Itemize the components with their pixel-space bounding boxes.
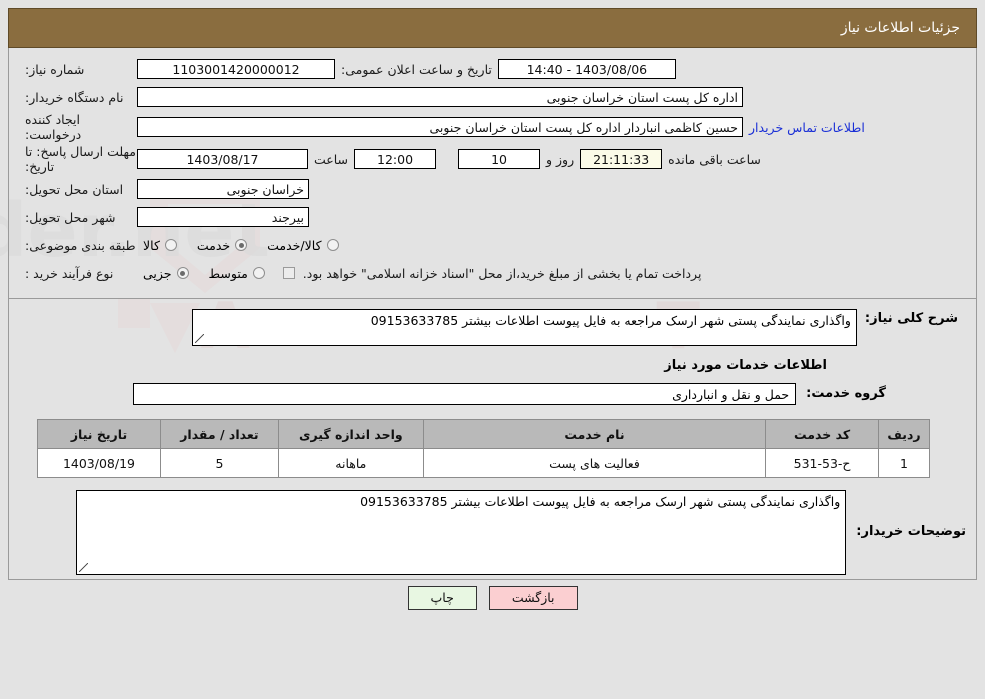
buyer-contact-link[interactable]: اطلاعات تماس خریدار <box>743 120 871 135</box>
services-table: ردیف کد خدمت نام خدمت واحد اندازه گیری ت… <box>37 419 930 478</box>
need-summary-section: شرح کلی نیاز: واگذاری نمایندگی پستی شهر … <box>9 299 976 419</box>
purchase-type-option-minor[interactable]: جزیی <box>137 266 199 281</box>
purchase-type-label: نوع فرآیند خرید : <box>25 265 114 281</box>
purchase-type-label-1: متوسط <box>208 265 248 281</box>
th-need-date: تاریخ نیاز <box>37 419 161 449</box>
buyer-org-label: نام دستگاه خریدار: <box>25 89 124 105</box>
deadline-label: مهلت ارسال پاسخ: تا تاریخ: <box>25 144 136 174</box>
row-buyer-org: اداره کل پست استان خراسان جنوبی نام دستگ… <box>19 84 966 110</box>
th-quantity: تعداد / مقدار <box>159 419 279 449</box>
purchase-type-radio-group: متوسط جزیی <box>137 266 275 281</box>
classification-label-0: کالا <box>143 237 160 253</box>
purchase-type-label-0: جزیی <box>143 265 172 281</box>
service-group-row: گروه خدمت: حمل و نقل و انبارداری <box>19 383 966 405</box>
province-value: خراسان جنوبی <box>137 179 309 199</box>
details-panel: 1403/08/06 - 14:40 تاریخ و ساعت اعلان عم… <box>8 48 977 580</box>
requester-value: حسین کاظمی انباردار اداره کل پست استان خ… <box>137 117 743 137</box>
row-deadline: ساعت باقی مانده 21:11:33 روز و 10 12:00 … <box>19 144 966 174</box>
province-label: استان محل تحویل: <box>25 181 124 197</box>
need-summary-row: شرح کلی نیاز: واگذاری نمایندگی پستی شهر … <box>19 309 966 346</box>
classification-option-goods-services[interactable]: کالا/خدمت <box>261 238 348 253</box>
th-service-code: کد خدمت <box>765 419 880 449</box>
cell-unit: ماهانه <box>277 448 424 478</box>
cell-radif: 1 <box>878 448 930 478</box>
classification-option-goods[interactable]: کالا <box>137 238 187 253</box>
page-root: جزئیات اطلاعات نیاز 1403/08/06 - 14:40 ت… <box>0 8 985 699</box>
services-heading: اطلاعات خدمات مورد نیاز <box>664 358 827 373</box>
need-number-value: 1103001420000012 <box>137 59 335 79</box>
back-button[interactable]: بازگشت <box>488 586 578 610</box>
buyer-org-value: اداره کل پست استان خراسان جنوبی <box>137 87 743 107</box>
timer-label: ساعت باقی مانده <box>668 151 761 167</box>
deadline-hour-label: ساعت <box>314 151 349 167</box>
cell-service-name: فعالیت های پست <box>422 448 767 478</box>
th-unit: واحد اندازه گیری <box>277 419 424 449</box>
row-classification: کالا/خدمت خدمت کالا طبقه بندی موضوعی: <box>19 232 966 258</box>
cell-quantity: 5 <box>159 448 279 478</box>
deadline-date: 1403/08/17 <box>137 149 308 169</box>
need-summary-label: شرح کلی نیاز: <box>864 311 958 326</box>
service-group-value[interactable]: حمل و نقل و انبارداری <box>133 383 797 405</box>
classification-radio-group: کالا/خدمت خدمت کالا <box>137 238 349 253</box>
classification-label-2: کالا/خدمت <box>267 237 322 253</box>
city-value: بیرجند <box>137 207 309 227</box>
days-label: روز و <box>546 151 575 167</box>
need-number-label: شماره نیاز: <box>25 61 85 77</box>
radio-icon-goods[interactable] <box>164 239 177 251</box>
cell-need-date: 1403/08/19 <box>37 448 161 478</box>
treasury-note-text: پرداخت تمام یا بخشی از مبلغ خرید،از محل … <box>302 265 702 281</box>
deadline-hour: 12:00 <box>354 149 437 169</box>
cell-service-code: ح-53-531 <box>765 448 880 478</box>
public-announce-label: تاریخ و ساعت اعلان عمومی: <box>341 61 492 77</box>
need-summary-textarea[interactable]: واگذاری نمایندگی پستی شهر ارسک مراجعه به… <box>191 309 857 346</box>
requester-label: ایجاد کننده درخواست: <box>25 112 82 142</box>
footer-actions: بازگشت چاپ <box>0 586 985 610</box>
page-header: جزئیات اطلاعات نیاز <box>8 8 977 48</box>
countdown-timer: 21:11:33 <box>580 149 663 169</box>
row-purchase-type: پرداخت تمام یا بخشی از مبلغ خرید،از محل … <box>19 260 966 286</box>
table-row: 1 ح-53-531 فعالیت های پست ماهانه 5 1403/… <box>37 448 930 478</box>
services-table-wrap: ردیف کد خدمت نام خدمت واحد اندازه گیری ت… <box>9 419 976 478</box>
buyer-notes-textarea[interactable]: واگذاری نمایندگی پستی شهر ارسک مراجعه به… <box>76 490 847 575</box>
page-title: جزئیات اطلاعات نیاز <box>840 20 960 36</box>
print-button[interactable]: چاپ <box>407 586 477 610</box>
classification-option-service[interactable]: خدمت <box>191 238 257 253</box>
classification-label-1: خدمت <box>196 237 231 253</box>
city-label: شهر محل تحویل: <box>25 209 116 225</box>
summary-form: 1403/08/06 - 14:40 تاریخ و ساعت اعلان عم… <box>9 48 976 294</box>
days-remaining: 10 <box>458 149 541 169</box>
radio-icon-medium[interactable] <box>252 267 265 279</box>
row-requester: اطلاعات تماس خریدار حسین کاظمی انباردار … <box>19 112 966 142</box>
buyer-notes-section: توضیحات خریدار: واگذاری نمایندگی پستی شه… <box>9 478 976 579</box>
service-group-label: گروه خدمت: <box>806 386 886 401</box>
classification-label: طبقه بندی موضوعی: <box>25 237 136 253</box>
table-header-row: ردیف کد خدمت نام خدمت واحد اندازه گیری ت… <box>37 419 930 449</box>
radio-icon-minor[interactable] <box>176 267 189 279</box>
radio-icon-goods-services[interactable] <box>326 239 339 251</box>
th-service-name: نام خدمت <box>422 419 767 449</box>
th-radif: ردیف <box>878 419 930 449</box>
radio-icon-service[interactable] <box>235 239 248 251</box>
row-need-number: 1403/08/06 - 14:40 تاریخ و ساعت اعلان عم… <box>19 56 966 82</box>
row-province: خراسان جنوبی استان محل تحویل: <box>19 176 966 202</box>
treasury-bonds-checkbox[interactable] <box>282 267 295 279</box>
buyer-notes-label: توضیحات خریدار: <box>856 524 966 539</box>
purchase-type-option-medium[interactable]: متوسط <box>203 266 275 281</box>
public-announce-value: 1403/08/06 - 14:40 <box>497 59 676 79</box>
row-city: بیرجند شهر محل تحویل: <box>19 204 966 230</box>
